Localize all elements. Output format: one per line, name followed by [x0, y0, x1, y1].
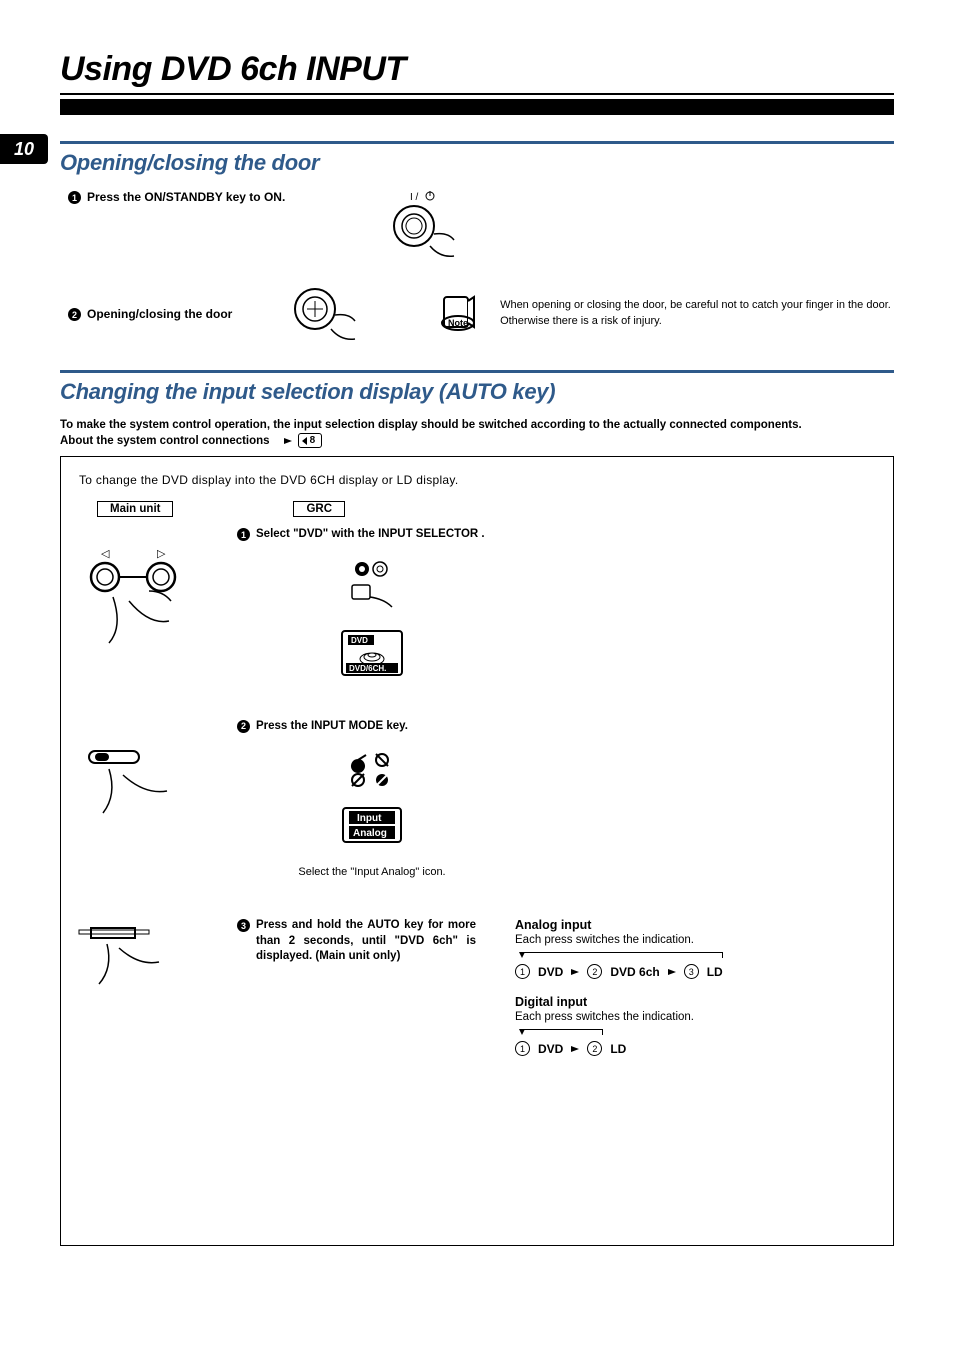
box-step-bullet-3: 3	[237, 919, 250, 932]
about-system-control: About the system control connections	[60, 435, 270, 447]
grc-selector-illustration	[332, 553, 412, 613]
box-step-3: 3 Press and hold the AUTO key for more t…	[237, 918, 507, 965]
door-button-illustration	[282, 276, 378, 352]
seq-2: 2	[587, 964, 602, 979]
seq-d1: 1	[515, 1041, 530, 1056]
box-step-bullet-2: 2	[237, 720, 250, 733]
input-mode-mainunit-illustration	[79, 719, 229, 879]
arrow-icon	[571, 1046, 579, 1052]
note-icon: Note	[438, 293, 482, 336]
svg-text:◁: ◁	[101, 548, 110, 560]
analog-seq-0: DVD	[538, 965, 563, 979]
section-heading-opening: Opening/closing the door	[60, 150, 894, 176]
section-rule	[60, 141, 894, 144]
svg-text:DVD/6CH.: DVD/6CH.	[349, 664, 386, 673]
box-intro: To change the DVD display into the DVD 6…	[79, 473, 875, 487]
step-2: 2 Opening/closing the door	[60, 307, 282, 321]
auto-key-illustration	[79, 918, 229, 1072]
label-grc: GRC	[293, 501, 345, 517]
analog-input-title: Analog input	[515, 918, 875, 932]
step-1-text: Press the ON/STANDBY key to ON.	[87, 190, 285, 204]
step-bullet-2: 2	[68, 308, 81, 321]
analog-seq-1: DVD 6ch	[610, 965, 659, 979]
digital-input-desc: Each press switches the indication.	[515, 1011, 875, 1023]
page-ref-8: 8	[298, 433, 323, 448]
box-step-3-text: Press and hold the AUTO key for more tha…	[256, 918, 476, 965]
seq-d2: 2	[587, 1041, 602, 1056]
page-title: Using DVD 6ch INPUT	[60, 50, 894, 89]
box-step-1-text: Select "DVD" with the INPUT SELECTOR .	[256, 527, 485, 543]
step-2-text: Opening/closing the door	[87, 307, 232, 321]
note-text: When opening or closing the door, be car…	[500, 298, 894, 330]
svg-text:▷: ▷	[157, 548, 166, 560]
digital-seq-0: DVD	[538, 1042, 563, 1056]
section-heading-auto: Changing the input selection display (AU…	[60, 379, 894, 405]
arrow-icon	[668, 969, 676, 975]
arrow-icon	[571, 969, 579, 975]
step-bullet-1: 1	[68, 191, 81, 204]
input-analog-caption: Select the "Input Analog" icon.	[298, 866, 445, 878]
indication-sequences: Analog input Each press switches the ind…	[515, 918, 875, 1072]
box-step-1: 1 Select "DVD" with the INPUT SELECTOR .	[237, 527, 507, 543]
svg-text:DVD: DVD	[351, 636, 368, 645]
instruction-box: To change the DVD display into the DVD 6…	[60, 456, 894, 1246]
grc-inputmode-illustration	[342, 750, 402, 790]
section2-intro: To make the system control operation, th…	[60, 419, 894, 431]
input-analog-display-illustration: Input Analog	[339, 806, 405, 844]
arrow-icon	[284, 438, 292, 444]
seq-3: 3	[684, 964, 699, 979]
power-label: I /	[410, 192, 419, 203]
dvd-6ch-display-illustration: DVD DVD/6CH.	[336, 629, 408, 679]
page-number-tab: 10	[0, 134, 48, 164]
step-1: 1 Press the ON/STANDBY key to ON.	[60, 190, 358, 204]
svg-text:Note: Note	[448, 318, 468, 328]
digital-input-title: Digital input	[515, 995, 875, 1009]
svg-text:Input: Input	[357, 813, 382, 824]
box-step-2-text: Press the INPUT MODE key.	[256, 719, 408, 735]
digital-seq-1: LD	[610, 1042, 626, 1056]
power-button-illustration: I /	[358, 190, 488, 266]
label-main-unit: Main unit	[97, 501, 173, 517]
analog-input-desc: Each press switches the indication.	[515, 934, 875, 946]
svg-text:Analog: Analog	[353, 828, 387, 839]
input-selector-illustration: ◁ ▷	[79, 527, 229, 679]
section-rule-2	[60, 370, 894, 373]
title-black-band	[60, 99, 894, 115]
box-step-2: 2 Press the INPUT MODE key.	[237, 719, 507, 735]
analog-seq-2: LD	[707, 965, 723, 979]
seq-1: 1	[515, 964, 530, 979]
box-step-bullet-1: 1	[237, 528, 250, 541]
